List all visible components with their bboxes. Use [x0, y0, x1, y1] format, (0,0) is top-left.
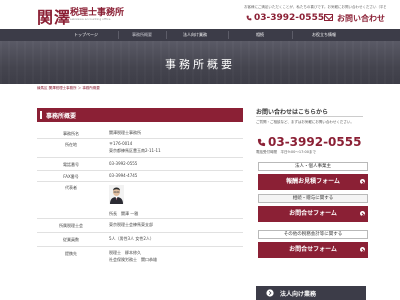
other-form-label: お問合せフォーム	[289, 246, 337, 253]
sidebar-phone[interactable]: 03-3992-0555	[268, 135, 361, 149]
row-value: 03-3994-4745	[109, 173, 138, 178]
sidebar-hours: 電話受付時間 平日9:00～17:00まで	[256, 150, 316, 154]
logo[interactable]: 関澤	[37, 4, 71, 28]
nav-item-top[interactable]: トップページ	[60, 29, 112, 41]
table-row: 従業員数 5人（男性3人 女性2人）	[37, 233, 243, 247]
arrow-circle-icon	[360, 247, 365, 252]
row-label: 電話番号	[63, 162, 79, 167]
section-title: 事務所概要	[46, 113, 77, 120]
table-row: 所在地 〒176-0014 東京都練馬区豊玉南2-11-11	[37, 139, 243, 158]
row-label: 提携先	[65, 251, 77, 256]
representative-name: 所長 関澤 一雅	[109, 211, 139, 216]
table-row: 事務所名 関澤税理士事務所	[37, 128, 243, 139]
site-header: 関澤 税理士事務所 sekizawa accounting office お客様…	[0, 0, 400, 29]
sidebar-title: お問い合わせはこちらから	[256, 109, 329, 116]
estimate-form-label: 報酬お見積フォーム	[286, 178, 340, 185]
page-banner: 事務所概要	[0, 41, 400, 84]
arrow-circle-icon	[360, 179, 365, 184]
row-value: 5人（男性3人 女性2人）	[109, 236, 154, 241]
row-value: 03-3992-0555	[109, 161, 138, 166]
corporate-services-banner[interactable]: 法人向け業務	[256, 286, 366, 300]
corporate-services-label: 法人向け業務	[280, 291, 317, 298]
header-phone[interactable]: 03-3992-0555	[254, 13, 324, 23]
nav-item-useful-info[interactable]: お役立ち情報	[292, 29, 356, 41]
category-inheritance: 相続・贈与に関する	[258, 194, 368, 203]
row-value: 社会保険労務士 関口恭雄	[109, 257, 157, 262]
logo-english: sekizawa accounting office	[70, 17, 111, 21]
table-row: 提携先 税理士 柳本修久 社会保険労務士 関口恭雄	[37, 247, 243, 269]
arrow-circle-icon	[360, 211, 365, 216]
breadcrumb[interactable]: 練馬区 関澤税理士事務所 ＞ 事務所概要	[37, 86, 100, 91]
sidebar-description: ご質問・ご相談など、まずはお気軽にお問い合わせください。	[256, 120, 354, 124]
nav-item-corporate[interactable]: 法人向け業務	[166, 29, 224, 41]
category-corporate: 法人・個人事業主	[258, 162, 368, 171]
table-row: 所属税理士会 東京税理士会練馬東支部	[37, 219, 243, 233]
representative-photo	[109, 185, 124, 204]
table-row: FAX番号 03-3994-4745	[37, 171, 243, 182]
inheritance-form-button[interactable]: お問合せフォーム	[258, 206, 368, 222]
row-label: 代表者	[65, 185, 77, 190]
row-value: 東京税理士会練馬東支部	[109, 222, 153, 227]
nav-item-inheritance[interactable]: 相続	[228, 29, 292, 41]
table-row: 代表者 所長 関澤 一雅	[37, 182, 243, 219]
header-contact-link[interactable]: お問い合わせ	[337, 13, 385, 24]
table-row: 電話番号 03-3992-0555	[37, 158, 243, 171]
other-form-button[interactable]: お問合せフォーム	[258, 242, 368, 258]
main-nav: トップページ 事務所概要 法人向け業務 相続 お役立ち情報	[0, 29, 400, 41]
row-label: 従業員数	[63, 237, 79, 242]
row-value: 東京都練馬区豊玉南2-11-11	[109, 148, 161, 153]
arrow-circle-icon	[266, 289, 274, 297]
section-heading: 事務所概要	[37, 108, 243, 122]
row-label: 所属税理士会	[59, 223, 83, 228]
sidebar-divider	[256, 116, 363, 117]
section-heading-bar	[40, 111, 42, 119]
row-value: 〒176-0014	[109, 141, 133, 146]
row-value: 関澤税理士事務所	[109, 130, 141, 135]
row-label: 所在地	[65, 142, 77, 147]
inheritance-form-label: お問合せフォーム	[289, 210, 337, 217]
page-title: 事務所概要	[165, 58, 235, 71]
row-label: 事務所名	[63, 131, 79, 136]
mail-icon	[324, 14, 333, 21]
row-label: FAX番号	[63, 174, 79, 179]
phone-icon	[257, 138, 266, 147]
phone-icon	[246, 15, 252, 21]
nav-item-about[interactable]: 事務所概要	[118, 29, 166, 41]
estimate-form-button[interactable]: 報酬お見積フォーム	[258, 174, 368, 190]
category-other: その他の税務会計等に関する	[258, 230, 368, 239]
header-note: お客様にご満足いただくことが、私たちの喜びです。お気軽にお問い合わせください（平…	[244, 5, 386, 9]
row-value: 税理士 柳本修久	[109, 250, 141, 255]
